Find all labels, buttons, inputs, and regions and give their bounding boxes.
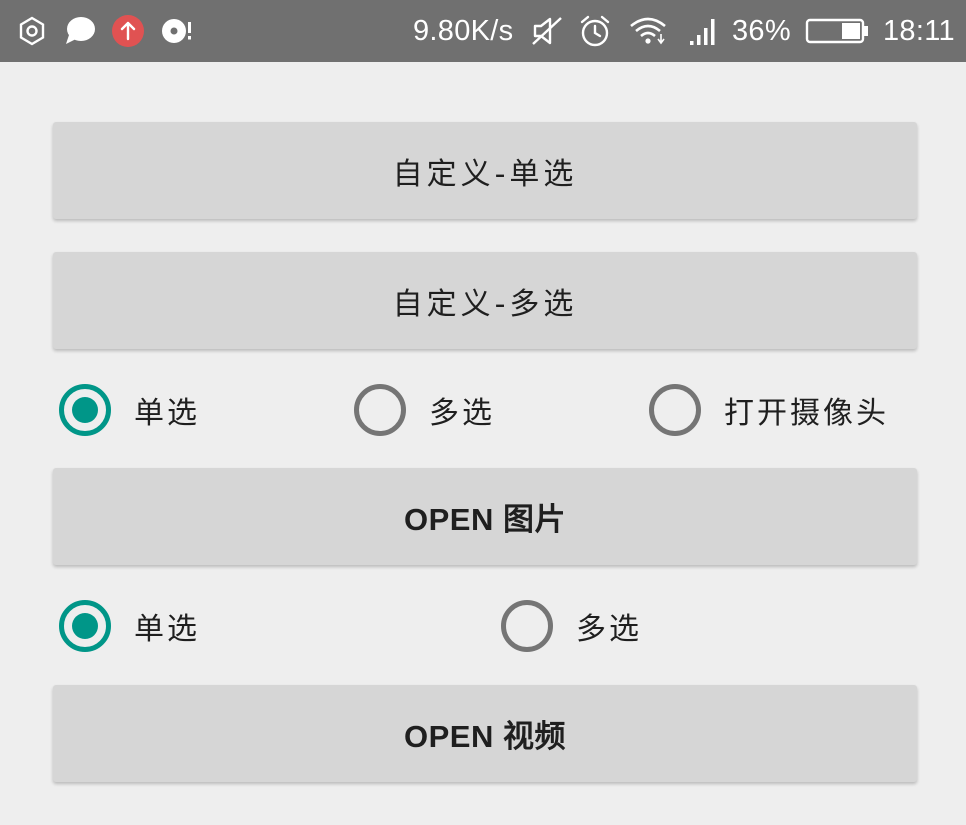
image-single-label: 单选 [134,396,200,431]
custom-single-button[interactable]: 自定义-单选 [53,122,917,219]
open-video-button[interactable]: OPEN 视频 [53,685,917,782]
media-icon [160,13,194,49]
upload-icon [111,13,145,49]
clock: 18:11 [883,15,955,47]
alarm-icon [578,13,612,49]
network-speed: 9.80K/s [413,15,514,47]
radio-unchecked-icon [354,384,406,436]
mute-icon [530,13,564,49]
image-single-radio[interactable]: 单选 [58,380,200,440]
image-multi-radio[interactable]: 多选 [353,380,495,440]
custom-multi-button[interactable]: 自定义-多选 [53,252,917,349]
settings-hex-icon [16,13,48,49]
signal-icon [687,13,719,49]
video-multi-radio[interactable]: 多选 [500,596,642,656]
custom-single-button-label: 自定义-单选 [392,156,578,192]
video-multi-label: 多选 [576,612,642,647]
radio-checked-icon [59,600,111,652]
image-multi-label: 多选 [429,396,495,431]
radio-checked-icon [59,384,111,436]
video-single-radio[interactable]: 单选 [58,596,200,656]
radio-unchecked-icon [501,600,553,652]
chat-bubble-icon [62,13,98,49]
open-video-button-label: OPEN 视频 [404,719,566,754]
open-image-button[interactable]: OPEN 图片 [53,468,917,565]
status-bar: 9.80K/s 36% 18:11 [0,0,966,62]
wifi-icon [628,13,668,49]
image-camera-label: 打开摄像头 [724,396,889,431]
battery-icon [804,13,870,49]
battery-percent: 36% [732,15,791,47]
custom-multi-button-label: 自定义-多选 [392,286,578,322]
video-single-label: 单选 [134,612,200,647]
open-image-button-label: OPEN 图片 [404,502,566,537]
image-camera-radio[interactable]: 打开摄像头 [648,380,889,440]
radio-unchecked-icon [649,384,701,436]
